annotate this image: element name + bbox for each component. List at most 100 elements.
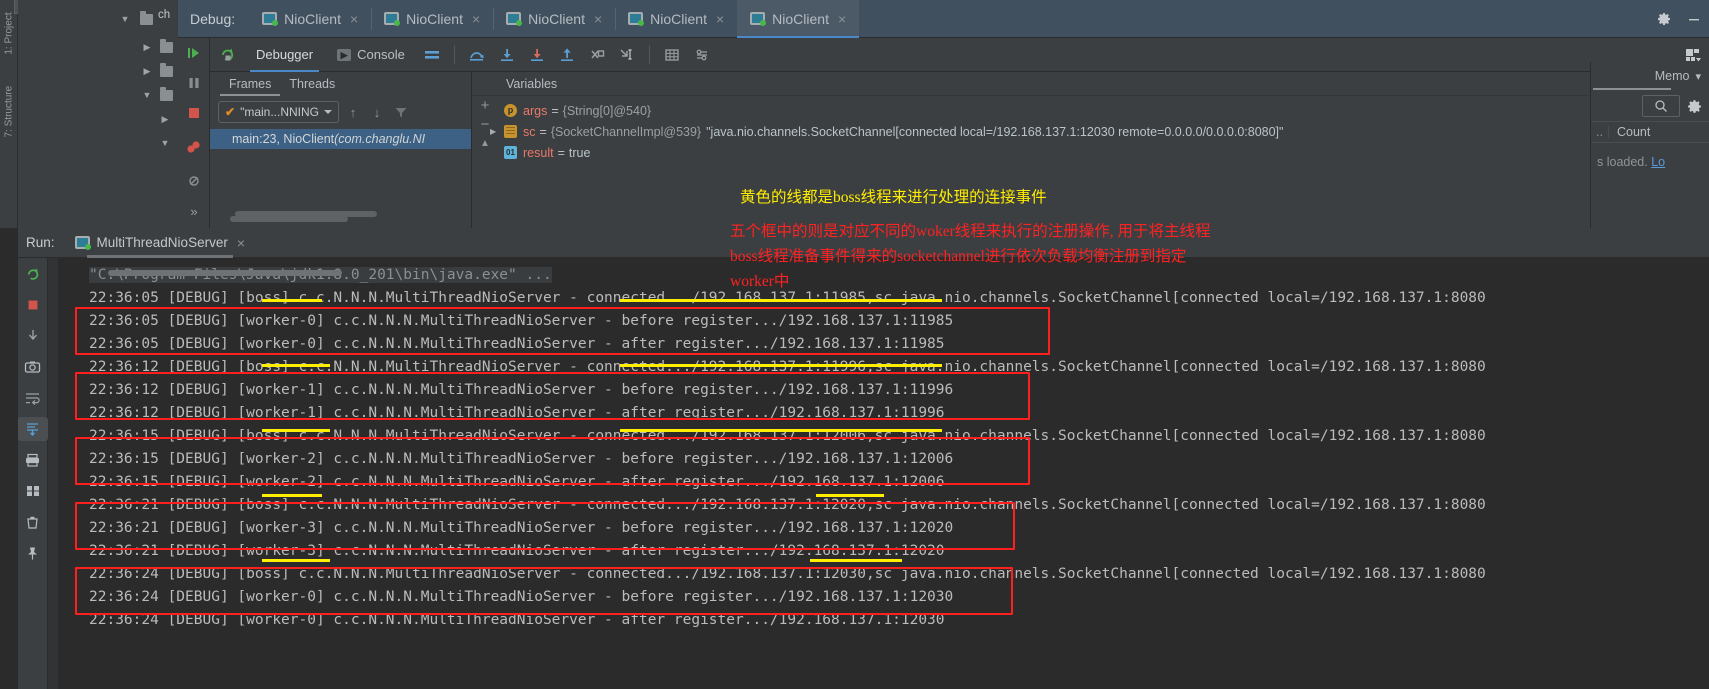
close-icon[interactable]: × — [838, 12, 846, 26]
pause-icon[interactable] — [178, 68, 210, 98]
gear-icon[interactable] — [1686, 98, 1703, 115]
variable-name: result — [523, 145, 554, 160]
tab-debugger[interactable]: Debugger — [244, 38, 325, 72]
annotation-red-line-1: 五个框中的则是对应不同的woker线程来执行的注册操作, 用于将主线程 — [730, 223, 1211, 240]
tree-expand-icon[interactable]: ▼ — [140, 88, 154, 102]
run-config-icon — [628, 12, 645, 26]
run-tab-multithreadnioserver[interactable]: MultiThreadNioServer × — [65, 228, 255, 258]
tree-expand-icon[interactable]: ▶ — [140, 64, 154, 78]
thread-running-icon: ✔ — [225, 105, 236, 119]
tree-expand-icon[interactable]: ▶ — [158, 112, 172, 126]
layout-icon[interactable] — [417, 38, 447, 72]
scroll-to-end-icon[interactable] — [17, 417, 48, 441]
debug-tab-nioclient-2[interactable]: NioClient × — [371, 0, 493, 38]
stop-icon[interactable] — [18, 293, 48, 317]
step-over-icon[interactable] — [462, 38, 492, 72]
variable-row-sc[interactable]: ▶ sc = {SocketChannelImpl@539} "java.nio… — [472, 121, 1709, 142]
run-to-cursor-icon[interactable] — [612, 38, 642, 72]
variable-equals: = — [539, 124, 547, 139]
stack-frame-row[interactable]: main:23, NioClient (com.changlu.NI — [210, 129, 471, 149]
delete-icon[interactable] — [18, 510, 48, 534]
chevron-down-icon — [324, 110, 332, 114]
thread-selector[interactable]: ✔ "main...NNING — [218, 101, 339, 123]
add-watch-button[interactable]: + — [481, 98, 490, 113]
memory-panel: Memo ▾ .. Count s loaded. Lo — [1590, 62, 1709, 228]
run-tab-label: MultiThreadNioServer — [96, 235, 228, 250]
run-tab-underline — [108, 270, 342, 276]
variables-header: Variables — [472, 72, 1709, 96]
pin-icon[interactable] — [18, 541, 48, 565]
run-action-rail — [17, 258, 48, 689]
variable-value: true — [568, 145, 591, 160]
frames-bottom-scrollbar[interactable] — [230, 216, 348, 222]
debug-tab-nioclient-4[interactable]: NioClient × — [615, 0, 737, 38]
camera-icon[interactable] — [18, 355, 48, 379]
memory-load-link[interactable]: Lo — [1651, 155, 1665, 169]
debug-tab-label: NioClient — [406, 10, 463, 27]
stack-frame-package: (com.changlu.NI — [334, 132, 426, 146]
step-out-icon[interactable] — [552, 38, 582, 72]
resume-icon[interactable] — [178, 38, 210, 68]
remove-watch-button[interactable]: − — [481, 117, 490, 132]
run-config-icon — [750, 12, 767, 26]
view-breakpoints-icon[interactable] — [178, 128, 210, 166]
soft-wrap-icon[interactable] — [18, 386, 48, 410]
settings-icon[interactable] — [687, 38, 717, 72]
step-into-icon[interactable] — [492, 38, 522, 72]
highlight-underline-connected-3 — [620, 429, 942, 432]
close-icon[interactable]: × — [472, 12, 480, 26]
highlight-underline-boss-4 — [262, 494, 322, 497]
grid-icon[interactable] — [18, 479, 48, 503]
evaluate-icon[interactable] — [657, 38, 687, 72]
print-icon[interactable] — [18, 448, 48, 472]
move-up-button[interactable]: ▲ — [480, 137, 490, 150]
close-icon[interactable]: × — [716, 12, 724, 26]
search-input[interactable] — [1642, 95, 1680, 117]
drop-frame-icon[interactable] — [582, 38, 612, 72]
close-icon[interactable]: × — [594, 12, 602, 26]
toolwindow-button-project[interactable]: 1: Project — [4, 12, 15, 56]
chevron-down-icon[interactable]: ▾ — [1695, 70, 1701, 83]
tree-expand-icon[interactable]: ▼ — [158, 136, 172, 150]
tab-frames[interactable]: Frames — [220, 77, 281, 96]
column-header-count[interactable]: Count — [1609, 125, 1650, 139]
rerun-icon[interactable] — [210, 46, 244, 63]
debug-titlebar: Debug: NioClient × NioClient × NioClient… — [178, 0, 1709, 38]
tab-memory[interactable]: Memo ▾ — [1591, 62, 1709, 90]
debug-tab-nioclient-3[interactable]: NioClient × — [493, 0, 615, 38]
gear-icon[interactable] — [1649, 0, 1679, 38]
variable-row-args[interactable]: p args = {String[0]@540} — [472, 100, 1709, 121]
highlight-box-worker-0b — [75, 567, 1013, 615]
variable-equals: = — [557, 145, 565, 160]
close-icon[interactable]: × — [237, 236, 245, 250]
debug-tab-nioclient-5[interactable]: NioClient × — [737, 0, 860, 38]
force-step-into-icon[interactable] — [522, 38, 552, 72]
tree-expand-icon[interactable]: ▼ — [118, 12, 132, 26]
highlight-underline-boss-1 — [262, 299, 322, 302]
memory-toolbar — [1591, 90, 1709, 117]
tab-console[interactable]: ▶ Console — [325, 38, 417, 72]
debug-tab-nioclient-1[interactable]: NioClient × — [249, 0, 371, 38]
tab-memory-label: Memo — [1654, 69, 1690, 83]
filter-icon[interactable] — [391, 101, 411, 123]
more-icon[interactable]: » — [178, 196, 210, 226]
close-icon[interactable]: × — [350, 12, 358, 26]
debugger-toolbar: Debugger ▶ Console — [210, 38, 1709, 72]
mute-breakpoints-icon[interactable] — [178, 166, 210, 196]
column-header-class[interactable]: .. — [1591, 125, 1609, 139]
toolwindow-button-structure[interactable]: 7: Structure — [4, 86, 15, 138]
tree-expand-icon[interactable]: ▶ — [140, 40, 154, 54]
run-config-icon — [262, 12, 279, 26]
variable-row-result[interactable]: 01 result = true — [472, 142, 1709, 163]
minimize-icon[interactable] — [1679, 0, 1709, 38]
frame-up-button[interactable]: ↑ — [343, 101, 363, 123]
highlight-box-worker-0a — [75, 307, 1050, 355]
rerun-icon[interactable] — [18, 262, 48, 286]
annotation-red-line-3: worker中 — [730, 273, 790, 290]
stop-icon[interactable] — [178, 98, 210, 128]
frame-down-button[interactable]: ↓ — [367, 101, 387, 123]
tab-threads[interactable]: Threads — [280, 77, 344, 96]
down-arrow-icon[interactable] — [18, 324, 48, 348]
variable-name: sc — [523, 124, 536, 139]
highlight-underline-boss-2 — [262, 364, 330, 367]
